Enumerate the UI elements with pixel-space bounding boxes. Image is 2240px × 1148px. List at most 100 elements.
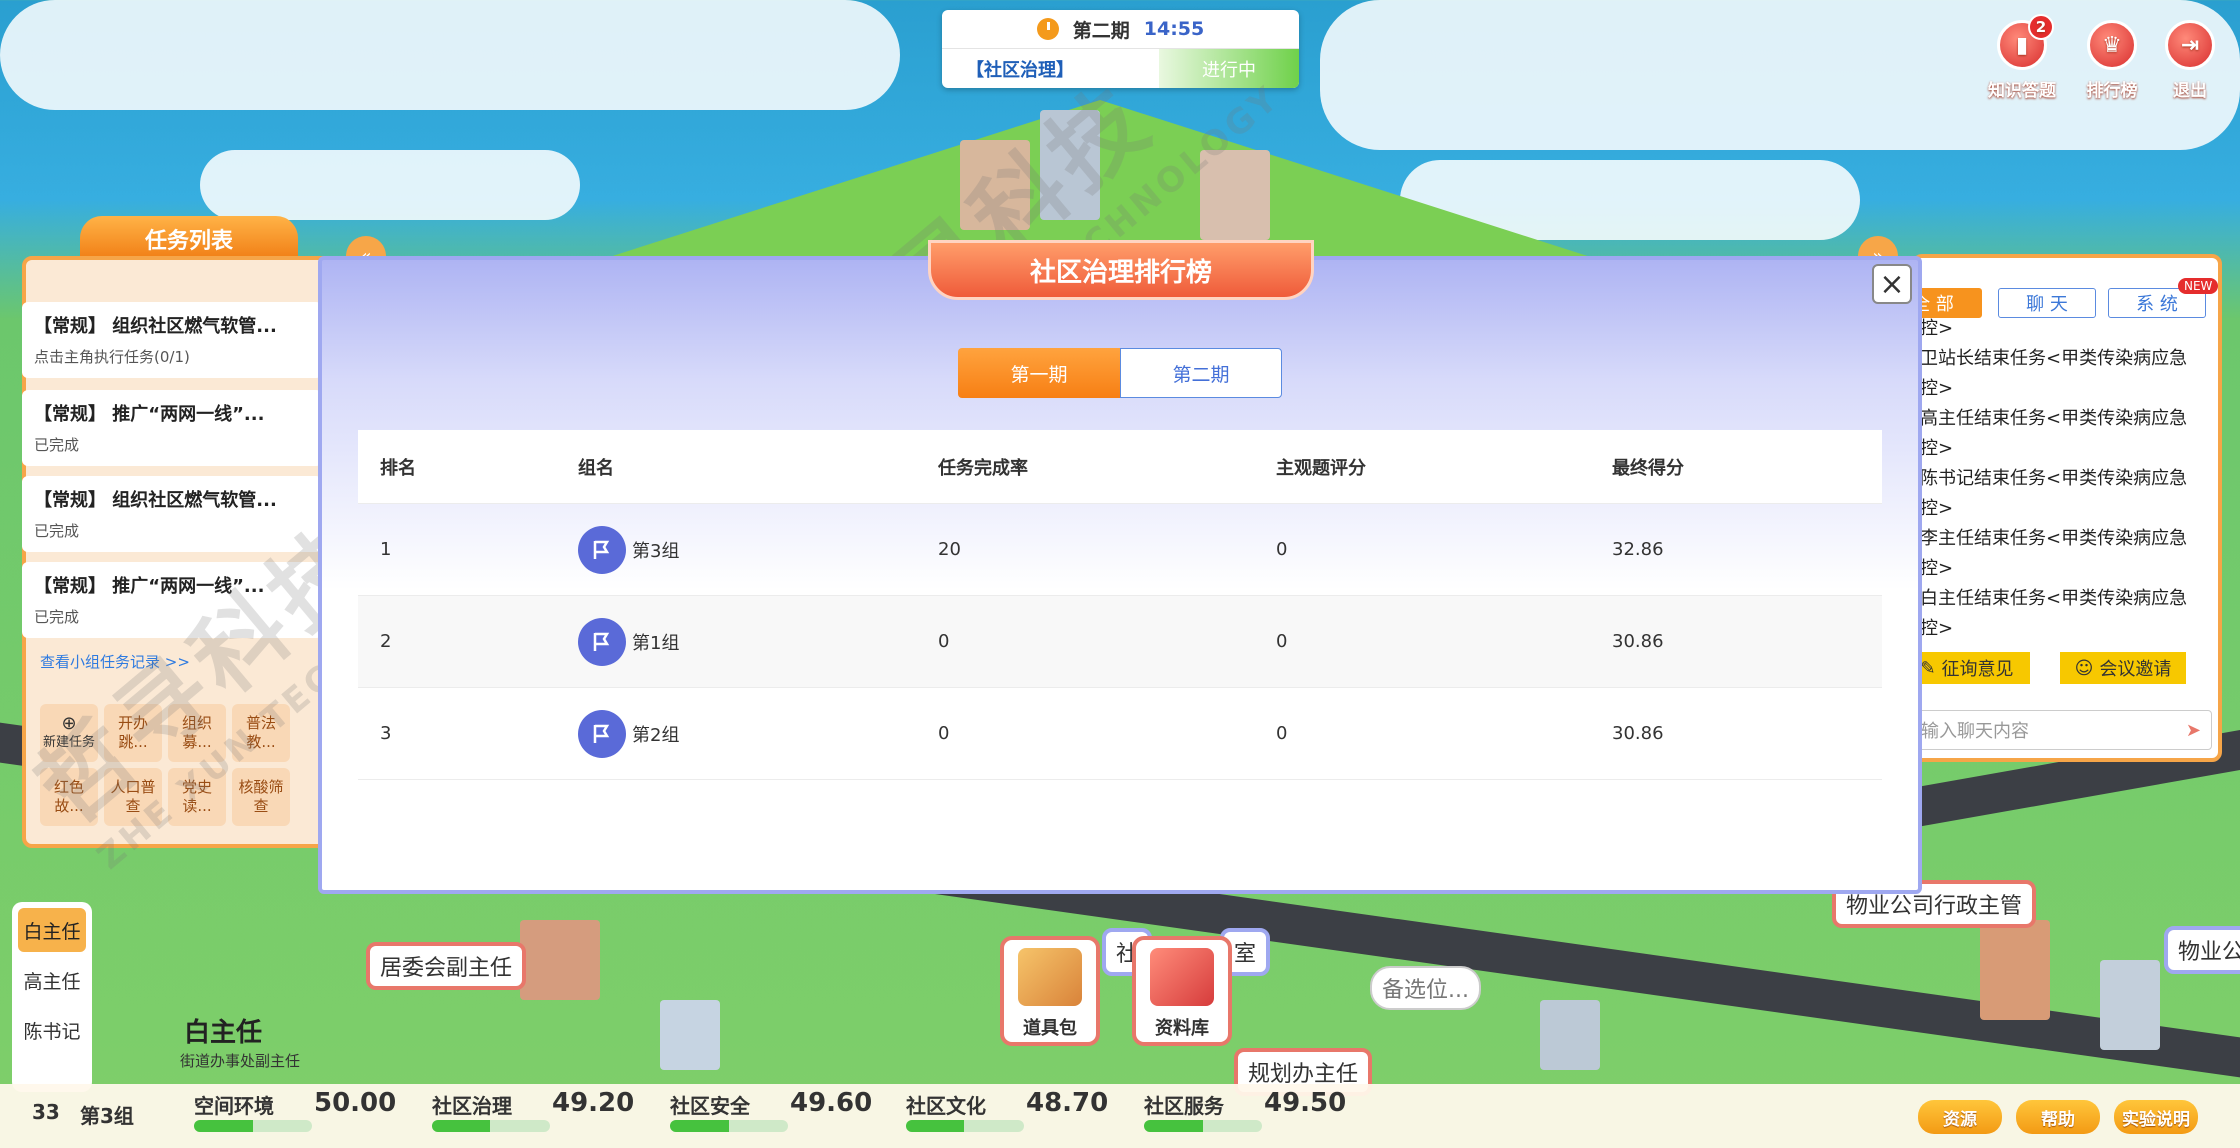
- chat-message: 控>: [1920, 318, 1954, 339]
- task-status: 点击主角执行任务(0/1): [34, 348, 190, 366]
- header-final: 最终得分: [1612, 457, 1684, 479]
- stat-bar: [194, 1120, 312, 1132]
- flag-icon: [578, 709, 626, 758]
- flag-icon: [578, 525, 626, 574]
- stat-name: 空间环境: [194, 1094, 274, 1118]
- tab-period-2[interactable]: 第二期: [1120, 348, 1282, 398]
- header-subjective: 主观题评分: [1276, 457, 1366, 479]
- stat-bar: [906, 1120, 1024, 1132]
- calendar-icon: [1150, 948, 1214, 1006]
- chat-input[interactable]: 输入聊天内容 ➤: [1916, 710, 2212, 750]
- stat-value: 49.50: [1264, 1088, 1347, 1118]
- help-button[interactable]: 帮助: [2016, 1100, 2100, 1134]
- stat-name: 社区治理: [432, 1094, 512, 1118]
- toolkit-button[interactable]: 道具包: [1000, 936, 1100, 1046]
- task-status: 已完成: [34, 436, 80, 454]
- cell-final: 30.86: [1612, 723, 1664, 744]
- solicit-opinion-label: 征询意见: [1941, 659, 2014, 680]
- leaderboard-button[interactable]: ♛ 排行榜: [2072, 20, 2152, 101]
- building: [2100, 960, 2160, 1050]
- cloud: [200, 150, 580, 220]
- building: [1980, 920, 2050, 1020]
- tab-period-1[interactable]: 第一期: [958, 348, 1120, 398]
- cell-subjective: 0: [1276, 539, 1288, 560]
- chat-message: 白主任结束任务<甲类传染病应急控>: [1920, 588, 2188, 639]
- task-card[interactable]: 【常规】 推广“两网一线”... 已完成: [22, 390, 322, 466]
- role-item[interactable]: 高主任: [18, 958, 86, 1002]
- quick-task-button[interactable]: 核酸筛查: [232, 768, 290, 826]
- flag-icon: [578, 617, 626, 666]
- stat-value: 49.20: [552, 1088, 635, 1118]
- cell-subjective: 0: [1276, 723, 1288, 744]
- exit-button[interactable]: ⇥ 退出: [2150, 20, 2230, 101]
- new-badge: NEW: [2178, 278, 2219, 294]
- table-header: 排名 组名 任务完成率 主观题评分 最终得分: [358, 430, 1882, 504]
- cell-final: 32.86: [1612, 539, 1664, 560]
- player-name: 白主任: [184, 1018, 263, 1048]
- library-button[interactable]: 资料库: [1132, 936, 1232, 1046]
- chat-message: 高主任结束任务<甲类传染病应急控>: [1920, 408, 2188, 459]
- solicit-opinion-button[interactable]: ✎ 征询意见: [1904, 652, 2030, 684]
- meeting-invite-button[interactable]: ☺ 会议邀请: [2060, 652, 2186, 684]
- quiz-button[interactable]: ▮ 2 知识答题: [1982, 14, 2062, 101]
- table-row: 3 第2组 0 0 30.86: [358, 688, 1882, 780]
- instructions-button[interactable]: 实验说明: [2114, 1100, 2198, 1134]
- library-label: 资料库: [1155, 1018, 1209, 1039]
- task-card[interactable]: 【常规】 组织社区燃气软管... 点击主角执行任务(0/1): [22, 302, 322, 378]
- stat-bar: [1144, 1120, 1262, 1132]
- quiz-label: 知识答题: [1988, 81, 2056, 101]
- npc-label-property[interactable]: 物业公: [2164, 926, 2240, 974]
- stat-value: 50.00: [314, 1088, 397, 1118]
- toolkit-label: 道具包: [1023, 1018, 1077, 1039]
- chat-message: 李主任结束任务<甲类传染病应急控>: [1920, 528, 2188, 579]
- stat-name: 社区服务: [1144, 1094, 1224, 1118]
- person-icon: ☺: [2074, 657, 2094, 679]
- header-rate: 任务完成率: [938, 457, 1028, 479]
- clock-icon: [1036, 18, 1059, 40]
- role-item[interactable]: 白主任: [18, 908, 86, 952]
- building: [660, 1000, 720, 1070]
- cloud: [0, 0, 900, 110]
- group-name-text: 第1组: [632, 632, 680, 654]
- cell-rate: 0: [938, 723, 950, 744]
- stat-value: 49.60: [790, 1088, 873, 1118]
- meeting-invite-label: 会议邀请: [2099, 659, 2172, 680]
- task-title: 【常规】 推广“两网一线”...: [34, 404, 265, 425]
- chat-input-placeholder: 输入聊天内容: [1921, 721, 2029, 742]
- building: [1540, 1000, 1600, 1070]
- stat-name: 社区安全: [670, 1094, 750, 1118]
- cell-rank: 3: [380, 723, 392, 744]
- task-title: 【常规】 组织社区燃气软管...: [34, 490, 277, 511]
- header-group: 组名: [578, 457, 614, 479]
- resources-button[interactable]: 资源: [1918, 1100, 2002, 1134]
- stat-value: 48.70: [1026, 1088, 1109, 1118]
- header-rank: 排名: [380, 457, 416, 479]
- role-list: 白主任 高主任 陈书记: [12, 902, 92, 1092]
- pencil-icon: [1018, 948, 1082, 1006]
- pen-icon: ✎: [1920, 657, 1936, 679]
- group-name: 第3组: [80, 1104, 134, 1128]
- cell-rank: 1: [380, 539, 392, 560]
- send-icon[interactable]: ➤: [2186, 720, 2211, 741]
- leaderboard-label: 排行榜: [2086, 81, 2138, 101]
- npc-label-vice-director[interactable]: 居委会副主任: [366, 942, 527, 990]
- task-title: 【常规】 组织社区燃气软管...: [34, 316, 277, 337]
- chat-message: 陈书记结束任务<甲类传染病应急控>: [1920, 468, 2188, 519]
- candidate-slot[interactable]: 备选位...: [1370, 966, 1481, 1010]
- cell-rank: 2: [380, 631, 392, 652]
- cell-group: 第3组: [578, 504, 679, 595]
- cell-rate: 20: [938, 539, 961, 560]
- cell-subjective: 0: [1276, 631, 1288, 652]
- role-item[interactable]: 陈书记: [18, 1008, 86, 1052]
- chat-message: 卫站长结束任务<甲类传染病应急控>: [1920, 348, 2188, 399]
- cell-group: 第1组: [578, 596, 679, 687]
- close-icon[interactable]: ×: [1872, 264, 1912, 304]
- modal-title: 社区治理排行榜: [928, 240, 1314, 300]
- exit-icon: ⇥: [2165, 20, 2215, 70]
- exit-label: 退出: [2173, 81, 2207, 101]
- stat-bar: [670, 1120, 788, 1132]
- building: [520, 920, 600, 1000]
- crown-icon: ♛: [2087, 20, 2137, 70]
- group-number: 33: [32, 1100, 60, 1124]
- player-title: 街道办事处副主任: [180, 1052, 301, 1070]
